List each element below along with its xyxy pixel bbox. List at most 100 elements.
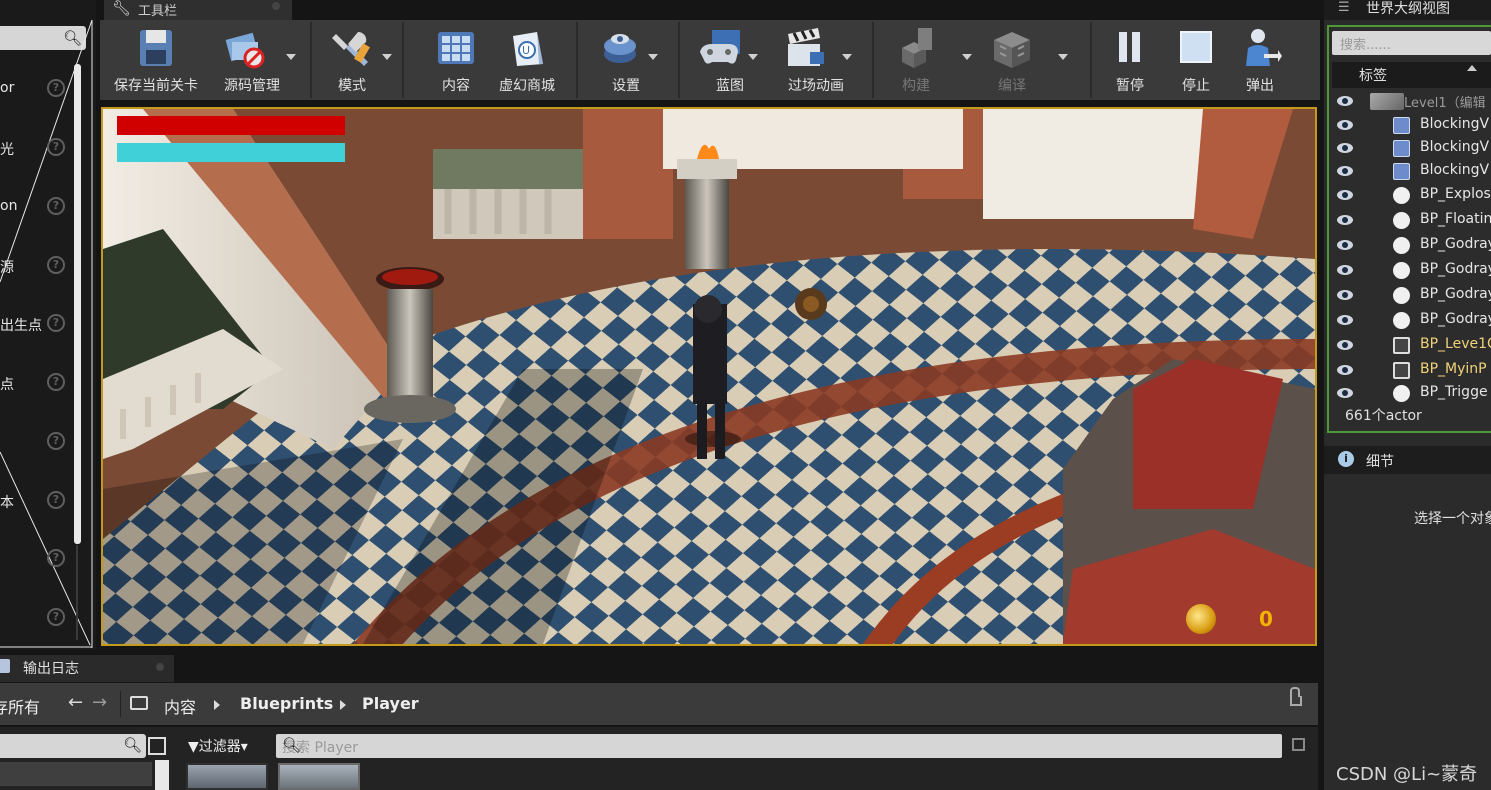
help-icon[interactable]: ? — [47, 256, 65, 274]
breadcrumb-content[interactable]: 内容 — [164, 694, 196, 718]
help-icon[interactable]: ? — [47, 197, 65, 215]
visibility-eye-icon[interactable] — [1337, 166, 1353, 176]
folder-search-input[interactable]: 🔍︎ — [0, 734, 146, 758]
outliner-row[interactable]: BlockingV — [1332, 159, 1491, 184]
chevron-down-icon[interactable] — [648, 54, 658, 60]
visibility-eye-icon[interactable] — [1337, 290, 1353, 300]
save-all-button[interactable]: 存所有 — [0, 694, 40, 718]
cinematics-button[interactable]: 过场动画 — [770, 20, 862, 100]
outliner-row[interactable]: BlockingV — [1332, 136, 1491, 161]
visibility-eye-icon[interactable] — [1337, 215, 1353, 225]
settings-button[interactable]: 设置 — [588, 20, 664, 100]
asset-search-input[interactable]: 搜索 Player 🔍︎ — [276, 734, 1282, 758]
outliner-row[interactable]: BP_Explos — [1332, 183, 1491, 208]
visibility-eye-icon[interactable] — [1337, 120, 1353, 130]
mode-item-6[interactable]: ? — [0, 427, 70, 457]
level-viewport[interactable]: 0 — [101, 107, 1317, 646]
eject-button[interactable]: 弹出 — [1228, 20, 1292, 100]
breadcrumb-blueprints[interactable]: Blueprints — [240, 694, 333, 713]
modes-scrollbar[interactable] — [74, 64, 81, 544]
visibility-eye-icon[interactable] — [1337, 315, 1353, 325]
lock-icon[interactable] — [1290, 687, 1302, 706]
compile-button[interactable]: 编译 — [974, 20, 1068, 100]
help-icon[interactable]: ? — [47, 373, 65, 391]
visibility-eye-icon[interactable] — [1337, 365, 1353, 375]
folder-tree-item[interactable] — [0, 762, 152, 786]
mode-item-8[interactable]: ? — [0, 544, 70, 574]
source-control-button[interactable]: 源码管理 — [208, 20, 296, 100]
filter-button[interactable]: ▼过滤器▾ — [188, 736, 248, 756]
folder-icon[interactable] — [130, 696, 148, 710]
outliner-row-label: BlockingV — [1420, 139, 1490, 155]
mode-item-1[interactable]: 光 ? — [0, 133, 70, 163]
help-icon[interactable]: ? — [47, 314, 65, 332]
outliner-row[interactable]: BP_Godray — [1332, 308, 1491, 333]
outliner-row[interactable]: BP_Godray — [1332, 258, 1491, 283]
mode-item-7[interactable]: 本 ? — [0, 486, 70, 516]
content-browser-toolbar: 存所有 ← → 内容 Blueprints Player — [0, 683, 1318, 725]
save-search-icon[interactable] — [1292, 738, 1305, 751]
forward-arrow-icon[interactable]: → — [92, 692, 107, 713]
help-icon[interactable]: ? — [47, 491, 65, 509]
visibility-eye-icon[interactable] — [1337, 265, 1353, 275]
pause-button[interactable]: 暂停 — [1098, 20, 1162, 100]
chevron-down-icon[interactable] — [748, 54, 758, 60]
help-icon[interactable]: ? — [47, 608, 65, 626]
view-options-icon[interactable] — [148, 737, 166, 755]
visibility-eye-icon[interactable] — [1337, 340, 1353, 350]
blueprint-icon — [700, 30, 740, 64]
mode-item-4[interactable]: 出生点 ? — [0, 309, 70, 339]
tab-options-dot[interactable] — [272, 2, 280, 10]
help-icon[interactable]: ? — [47, 79, 65, 97]
outliner-row[interactable]: BP_Floatin — [1332, 208, 1491, 233]
breadcrumb-arrow-icon[interactable] — [214, 700, 220, 710]
chevron-down-icon[interactable] — [286, 54, 296, 60]
blueprints-button[interactable]: 蓝图 — [692, 20, 768, 100]
help-icon[interactable]: ? — [47, 138, 65, 156]
svg-text:U: U — [522, 44, 530, 57]
help-icon[interactable]: ? — [47, 432, 65, 450]
mode-item-9[interactable]: ? — [0, 603, 70, 633]
mode-item-5[interactable]: 点 ? — [0, 368, 70, 398]
toolbar-tab[interactable]: 🔧︎ 工具栏 — [104, 0, 292, 20]
asset-thumbnail[interactable] — [186, 763, 268, 790]
chevron-down-icon[interactable] — [382, 54, 392, 60]
outliner-row[interactable]: BlockingV — [1332, 113, 1491, 138]
save-level-button[interactable]: 保存当前关卡 — [106, 20, 206, 100]
details-title: 细节 — [1366, 454, 1394, 470]
mode-item-3[interactable]: 源 ? — [0, 251, 70, 281]
outliner-row[interactable]: Level1（编辑 — [1332, 89, 1491, 114]
asset-thumbnail[interactable] — [278, 763, 360, 790]
mode-item-2[interactable]: on ? — [0, 192, 70, 222]
visibility-eye-icon[interactable] — [1337, 388, 1353, 398]
output-log-tab[interactable]: 输出日志 — [0, 655, 174, 682]
chevron-down-icon[interactable] — [962, 54, 972, 60]
content-button[interactable]: 内容 — [418, 20, 494, 100]
outliner-row[interactable]: BP_Leve1C — [1332, 333, 1491, 358]
visibility-eye-icon[interactable] — [1337, 143, 1353, 153]
build-button[interactable]: 构建 — [878, 20, 972, 100]
tab-options-dot[interactable] — [156, 663, 164, 671]
modes-button[interactable]: 模式 — [316, 20, 392, 100]
marketplace-button[interactable]: U 虚幻商城 — [488, 20, 566, 100]
outliner-row[interactable]: BP_MyinP — [1332, 358, 1491, 383]
outliner-row[interactable]: BP_Trigge — [1332, 381, 1491, 406]
breadcrumb-arrow-icon[interactable] — [340, 700, 346, 710]
chevron-down-icon[interactable] — [842, 54, 852, 60]
watermark: CSDN @Li~蒙奇 — [1336, 764, 1478, 785]
coin-counter: 0 — [1259, 607, 1273, 631]
outliner-row[interactable]: BP_Godray — [1332, 283, 1491, 308]
outliner-row[interactable]: BP_Godray — [1332, 233, 1491, 258]
stop-button[interactable]: 停止 — [1164, 20, 1228, 100]
folder-scrollbar[interactable] — [155, 760, 169, 790]
visibility-eye-icon[interactable] — [1337, 240, 1353, 250]
chevron-down-icon[interactable] — [1058, 54, 1068, 60]
mana-bar — [117, 143, 345, 162]
visibility-eye-icon[interactable] — [1337, 190, 1353, 200]
mode-item-0[interactable]: or ? — [0, 74, 70, 104]
visibility-eye-icon[interactable] — [1337, 96, 1353, 106]
details-tab[interactable]: i 细节 — [1324, 446, 1491, 474]
help-icon[interactable]: ? — [47, 549, 65, 567]
breadcrumb-player[interactable]: Player — [362, 694, 419, 713]
back-arrow-icon[interactable]: ← — [68, 692, 83, 713]
